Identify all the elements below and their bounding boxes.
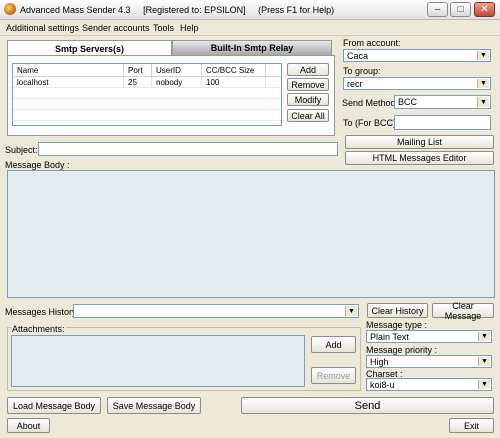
from-account-value: Caca — [347, 50, 369, 61]
send-button[interactable]: Send — [241, 397, 494, 414]
message-type-select[interactable]: Plain Text ▼ — [366, 330, 492, 343]
table-row-empty — [13, 88, 281, 99]
menu-sender-accounts[interactable]: Sender accounts — [82, 23, 150, 33]
send-method-select[interactable]: BCC ▼ — [394, 95, 491, 109]
from-account-select[interactable]: Caca ▼ — [343, 49, 491, 62]
menu-bar: Additional settings Sender accounts Tool… — [0, 20, 500, 36]
messages-history-select[interactable]: ▼ — [73, 304, 359, 318]
message-priority-value: High — [370, 356, 389, 367]
chevron-down-icon[interactable]: ▼ — [478, 357, 490, 366]
remove-attachment-button[interactable]: Remove — [311, 367, 356, 384]
column-header-ccbcc-size[interactable]: CC/BCC Size — [202, 64, 266, 76]
cell-name: localhost — [13, 77, 124, 87]
app-icon — [4, 3, 16, 15]
menu-tools[interactable]: Tools — [153, 23, 174, 33]
maximize-button[interactable]: □ — [450, 2, 471, 17]
chevron-down-icon[interactable]: ▼ — [477, 97, 489, 107]
clear-all-smtp-button[interactable]: Clear All — [287, 109, 329, 122]
minimize-button[interactable]: – — [427, 2, 448, 17]
charset-value: koi8-u — [370, 379, 395, 390]
exit-button[interactable]: Exit — [449, 418, 494, 433]
subject-label: Subject: — [5, 145, 38, 155]
table-row-empty — [13, 99, 281, 110]
cell-port: 25 — [124, 77, 152, 87]
message-type-label: Message type : — [366, 320, 428, 330]
chevron-down-icon[interactable]: ▼ — [477, 51, 489, 60]
add-smtp-button[interactable]: Add — [287, 63, 329, 76]
to-group-select[interactable]: recr ▼ — [343, 77, 491, 90]
remove-smtp-button[interactable]: Remove — [287, 78, 329, 91]
subject-input[interactable] — [38, 142, 338, 156]
cell-ccbcc-size: 100 — [202, 77, 266, 87]
message-body-label: Message Body : — [5, 160, 70, 170]
attachments-list[interactable] — [11, 335, 305, 387]
chevron-down-icon[interactable]: ▼ — [478, 380, 490, 389]
mailing-list-button[interactable]: Mailing List — [345, 135, 494, 149]
menu-help[interactable]: Help — [180, 23, 199, 33]
message-type-value: Plain Text — [370, 331, 409, 342]
modify-smtp-button[interactable]: Modify — [287, 93, 329, 106]
html-messages-editor-button[interactable]: HTML Messages Editor — [345, 151, 494, 165]
message-priority-label: Message priority : — [366, 345, 438, 355]
close-button[interactable]: ✕ — [474, 2, 495, 17]
attachments-label: Attachments: — [11, 324, 66, 334]
charset-select[interactable]: koi8-u ▼ — [366, 378, 492, 391]
smtp-servers-table[interactable]: Name Port UserID CC/BCC Size localhost 2… — [12, 63, 282, 126]
clear-history-button[interactable]: Clear History — [367, 303, 428, 318]
from-account-label: From account: — [343, 38, 401, 48]
column-header-port[interactable]: Port — [124, 64, 152, 76]
window-title: Advanced Mass Sender 4.3 [Registered to:… — [20, 5, 335, 15]
column-header-name[interactable]: Name — [13, 64, 124, 76]
send-method-value: BCC — [398, 97, 418, 107]
chevron-down-icon[interactable]: ▼ — [478, 332, 490, 341]
table-row-empty — [13, 110, 281, 121]
add-attachment-button[interactable]: Add — [311, 336, 356, 353]
message-body-textarea[interactable] — [7, 170, 495, 298]
menu-additional-settings[interactable]: Additional settings — [6, 23, 79, 33]
clear-message-button[interactable]: Clear Message — [432, 301, 494, 321]
cell-userid: nobody — [152, 77, 202, 87]
table-header: Name Port UserID CC/BCC Size — [13, 64, 281, 77]
to-group-value: recr — [347, 78, 363, 89]
messages-history-label: Messages History: — [5, 307, 80, 317]
to-group-label: To group: — [343, 66, 381, 76]
about-button[interactable]: About — [7, 418, 50, 433]
to-bcc-input[interactable] — [394, 115, 491, 130]
table-row[interactable]: localhost 25 nobody 100 — [13, 77, 281, 88]
send-method-label: Send Method: — [342, 98, 399, 108]
column-header-userid[interactable]: UserID — [152, 64, 202, 76]
message-priority-select[interactable]: High ▼ — [366, 355, 492, 368]
load-message-body-button[interactable]: Load Message Body — [7, 397, 101, 414]
tab-builtin-smtp-relay[interactable]: Built-In Smtp Relay — [172, 40, 332, 56]
save-message-body-button[interactable]: Save Message Body — [107, 397, 201, 414]
chevron-down-icon[interactable]: ▼ — [477, 79, 489, 88]
tab-smtp-servers[interactable]: Smtp Servers(s) — [7, 40, 172, 56]
to-bcc-label: To (For BCC): — [343, 118, 399, 128]
chevron-down-icon[interactable]: ▼ — [345, 306, 357, 316]
title-bar: Advanced Mass Sender 4.3 [Registered to:… — [0, 0, 500, 20]
